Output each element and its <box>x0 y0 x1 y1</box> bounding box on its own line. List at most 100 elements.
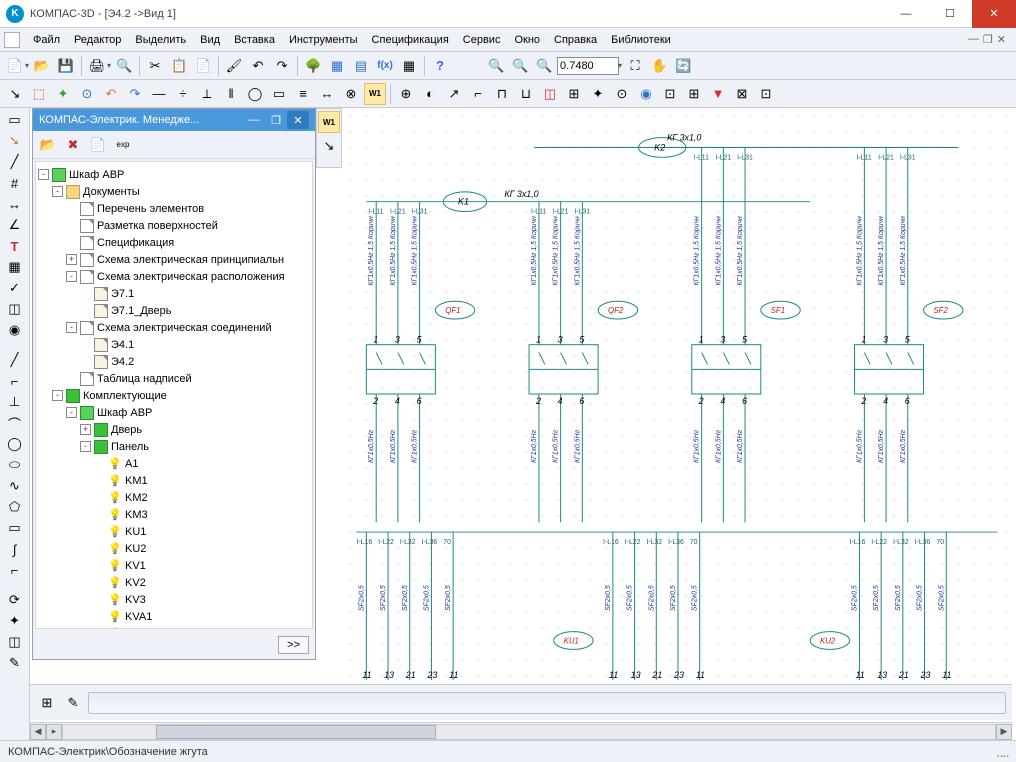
refresh-button[interactable]: 🔄 <box>672 55 694 77</box>
tree-toggle[interactable]: - <box>66 322 77 333</box>
tree-node[interactable]: -Схема электрическая расположения <box>38 268 310 285</box>
tree-node[interactable]: 💡KM3 <box>38 506 310 523</box>
lt-select[interactable]: ▭ <box>3 110 27 130</box>
tb2-btn-22[interactable]: ⊔ <box>515 83 537 105</box>
lt-arrow[interactable]: ➘ <box>3 131 27 151</box>
scroll-left-button[interactable]: ◀ <box>30 724 46 740</box>
help-button[interactable]: ? <box>429 55 451 77</box>
rs-btn-1[interactable]: W1 <box>318 111 340 133</box>
lt-line[interactable]: ╱ <box>3 152 27 172</box>
tb2-btn-12[interactable]: ▭ <box>268 83 290 105</box>
tree-node[interactable]: 💡KU1 <box>38 523 310 540</box>
tb2-btn-25[interactable]: ✦ <box>587 83 609 105</box>
tree-node[interactable]: +Дверь <box>38 421 310 438</box>
tree-node[interactable]: -Комплектующие <box>38 387 310 404</box>
open-button[interactable]: 📂 <box>31 55 53 77</box>
tb2-btn-8[interactable]: ÷ <box>172 83 194 105</box>
menu-file[interactable]: Файл <box>26 31 67 49</box>
tb2-btn-18[interactable]: ◐ <box>419 83 441 105</box>
tb2-btn-3[interactable]: ✦ <box>52 83 74 105</box>
save-button[interactable]: 💾 <box>55 55 77 77</box>
tree-node[interactable]: 💡KV1 <box>38 557 310 574</box>
tree-node[interactable]: Таблица надписей <box>38 370 310 387</box>
tree-node[interactable]: 💡KM2 <box>38 489 310 506</box>
fit-button[interactable]: ⛶ <box>624 55 646 77</box>
tb2-btn-1[interactable]: ↘ <box>4 83 26 105</box>
window-max-button[interactable]: ☐ <box>928 0 972 28</box>
tb2-btn-16-active[interactable]: W1 <box>364 83 386 105</box>
tb2-btn-24[interactable]: ⊞ <box>563 83 585 105</box>
zoom-input[interactable] <box>557 57 619 75</box>
lt-curve[interactable]: ∫ <box>3 539 27 559</box>
lt-grid[interactable]: # <box>3 173 27 193</box>
tb2-btn-4[interactable]: ⊙ <box>76 83 98 105</box>
menu-editor[interactable]: Редактор <box>67 31 128 49</box>
lt-table[interactable]: ▦ <box>3 257 27 277</box>
tb2-btn-5[interactable]: ↶ <box>100 83 122 105</box>
tree-node[interactable]: Э7.1_Дверь <box>38 302 310 319</box>
lt-check[interactable]: ✓ <box>3 278 27 298</box>
tree-toggle[interactable]: - <box>66 407 77 418</box>
tree-node[interactable]: -Шкаф АВР <box>38 166 310 183</box>
tree-toggle[interactable]: + <box>66 254 77 265</box>
tree-node[interactable]: 💡KV3 <box>38 591 310 608</box>
tree-toggle[interactable]: - <box>52 186 63 197</box>
zoom-out-button[interactable]: 🔍 <box>533 55 555 77</box>
tree-node[interactable]: -Шкаф АВР <box>38 404 310 421</box>
undo-button[interactable]: ↶ <box>247 55 269 77</box>
tree-button[interactable]: 🌳 <box>302 55 324 77</box>
panel-min-button[interactable]: — <box>243 111 265 129</box>
redo-button[interactable]: ↷ <box>271 55 293 77</box>
tree-node[interactable]: Перечень элементов <box>38 200 310 217</box>
cmd-btn-2[interactable]: ✎ <box>62 692 84 714</box>
tb2-btn-6[interactable]: ↷ <box>124 83 146 105</box>
zoom-window-button[interactable]: 🔍 <box>485 55 507 77</box>
lt-draw3[interactable]: ⊥ <box>3 392 27 412</box>
tb2-btn-7[interactable]: — <box>148 83 170 105</box>
panel-tb-new[interactable]: 📄 <box>87 134 109 156</box>
tree-toggle[interactable]: - <box>52 390 63 401</box>
tree-node[interactable]: Спецификация <box>38 234 310 251</box>
tb2-btn-29[interactable]: ⊞ <box>683 83 705 105</box>
zoom-in-button[interactable]: 🔍 <box>509 55 531 77</box>
layers-button[interactable]: ▦ <box>326 55 348 77</box>
tree-node[interactable]: 💡KV2 <box>38 574 310 591</box>
panel-tb-open[interactable]: 📂 <box>37 134 59 156</box>
tree-node[interactable]: Разметка поверхностей <box>38 217 310 234</box>
panel-titlebar[interactable]: КОМПАС-Электрик. Менедже... — ❐ ✕ <box>33 109 315 131</box>
props-button[interactable]: ▤ <box>350 55 372 77</box>
lt-misc2[interactable]: ◉ <box>3 320 27 340</box>
scroll-thumb[interactable] <box>156 725 436 739</box>
menu-service[interactable]: Сервис <box>456 31 508 49</box>
tb2-btn-2[interactable]: ⬚ <box>28 83 50 105</box>
grid-button[interactable]: ▦ <box>398 55 420 77</box>
lt-tool4[interactable]: ✎ <box>3 653 27 673</box>
lt-tool2[interactable]: ✦ <box>3 611 27 631</box>
tb2-btn-28[interactable]: ⊡ <box>659 83 681 105</box>
tb2-btn-31[interactable]: ⊠ <box>731 83 753 105</box>
menu-libs[interactable]: Библиотеки <box>604 31 678 49</box>
scroll-split-button[interactable]: ▸ <box>46 724 62 740</box>
menu-insert[interactable]: Вставка <box>227 31 282 49</box>
print-button[interactable]: 🖨 <box>86 55 108 77</box>
lt-ellipse[interactable]: ⬭ <box>3 455 27 475</box>
lt-text[interactable]: T <box>3 236 27 256</box>
scroll-track[interactable] <box>62 724 996 740</box>
lt-tool3[interactable]: ◫ <box>3 632 27 652</box>
tb2-btn-32[interactable]: ⊡ <box>755 83 777 105</box>
tree-node[interactable]: 💡KVA2 <box>38 625 310 629</box>
tb2-btn-20[interactable]: ⌐ <box>467 83 489 105</box>
cmd-btn-1[interactable]: ⊞ <box>36 692 58 714</box>
menu-window[interactable]: Окно <box>507 31 547 49</box>
tree-node[interactable]: 💡KU2 <box>38 540 310 557</box>
lt-draw2[interactable]: ⌐ <box>3 371 27 391</box>
lt-angle[interactable]: ∠ <box>3 215 27 235</box>
preview-button[interactable]: 🔍 <box>113 55 135 77</box>
tree-toggle[interactable]: - <box>66 271 77 282</box>
panel-tb-del[interactable]: ✖ <box>62 134 84 156</box>
tb2-btn-21[interactable]: ⊓ <box>491 83 513 105</box>
tree-node[interactable]: Э4.1 <box>38 336 310 353</box>
menu-view[interactable]: Вид <box>193 31 227 49</box>
panel-more-button[interactable]: >> <box>278 636 309 654</box>
panel-tb-exp[interactable]: exp <box>112 134 134 156</box>
